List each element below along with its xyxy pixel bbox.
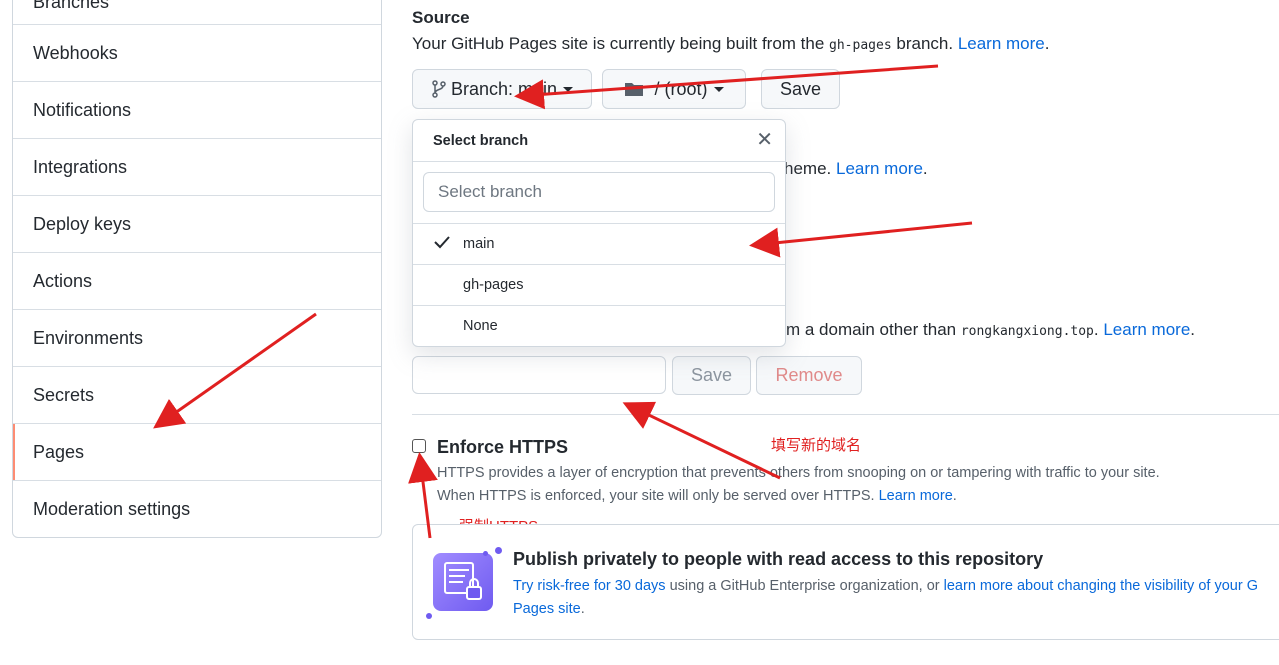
sidebar-item-label: Webhooks — [33, 42, 118, 63]
enforce-https-checkbox[interactable] — [412, 439, 426, 453]
branch-option-main[interactable]: main — [413, 224, 785, 265]
domain-text: m a domain other than — [786, 320, 961, 339]
custom-domain-input[interactable] — [412, 356, 666, 394]
check-icon — [433, 234, 451, 254]
save-label: Save — [690, 365, 733, 385]
sidebar-item-label: Deploy keys — [33, 213, 132, 234]
select-branch-dropdown: Select branch ✕ main gh-pages None — [412, 119, 786, 347]
annotation-domain-note: 填写新的域名 — [771, 437, 862, 454]
branch-option-label: main — [463, 236, 495, 252]
decor-dot — [426, 613, 432, 619]
theme-description: heme. Learn more. — [784, 159, 928, 179]
branch-option-none[interactable]: None — [413, 306, 785, 346]
sidebar-item-label: Moderation settings — [33, 498, 191, 519]
domain-remove-button[interactable]: Remove — [756, 356, 862, 395]
period: . — [922, 159, 928, 178]
folder-select-button[interactable]: / (root) — [602, 69, 746, 109]
dropdown-title: Select branch — [433, 133, 529, 149]
source-desc-text: Your GitHub Pages site is currently bein… — [412, 34, 830, 53]
branch-button-label: Branch: main — [450, 78, 558, 99]
source-heading: Source — [412, 8, 470, 27]
folder-icon — [624, 81, 644, 97]
git-branch-icon — [431, 80, 447, 98]
sidebar-item-label: Integrations — [33, 156, 128, 177]
settings-sidebar: Branches Webhooks Notifications Integrat… — [12, 0, 382, 538]
branch-option-gh-pages[interactable]: gh-pages — [413, 265, 785, 306]
sidebar-item-environments[interactable]: Environments — [13, 309, 381, 366]
sidebar-item-moderation-settings[interactable]: Moderation settings — [13, 480, 381, 537]
domain-save-button[interactable]: Save — [672, 356, 751, 395]
decor-dot — [483, 551, 488, 556]
sidebar-item-label: Environments — [33, 327, 144, 348]
https-note-line1: HTTPS provides a layer of encryption tha… — [437, 465, 1160, 481]
save-label: Save — [779, 78, 822, 99]
branch-code: gh-pages — [829, 38, 892, 53]
sidebar-item-label: Branches — [33, 0, 110, 12]
domain-learn-more-link[interactable]: Learn more — [1103, 320, 1190, 339]
close-icon[interactable]: ✕ — [756, 130, 773, 150]
secure-pages-icon — [433, 553, 493, 611]
promo-text: Try risk-free for 30 days using a GitHub… — [513, 575, 1279, 621]
visibility-learn-more-link[interactable]: learn more about changing the visibility… — [944, 578, 1258, 594]
visibility-learn-more-link-cont[interactable]: Pages site — [513, 601, 581, 617]
sidebar-item-label: Secrets — [33, 384, 95, 405]
sidebar-item-branches[interactable]: Branches — [13, 0, 381, 24]
promo-mid-text: using a GitHub Enterprise organization, … — [665, 578, 944, 594]
period: . — [1044, 34, 1050, 53]
sidebar-item-deploy-keys[interactable]: Deploy keys — [13, 195, 381, 252]
branch-filter-input[interactable] — [423, 172, 775, 212]
sidebar-item-label: Notifications — [33, 99, 132, 120]
chevron-down-icon — [563, 86, 574, 92]
sidebar-item-label: Actions — [33, 270, 93, 291]
source-description: Your GitHub Pages site is currently bein… — [412, 34, 1049, 54]
domain-code: rongkangxiong.top — [960, 324, 1094, 339]
branch-option-label: gh-pages — [463, 277, 524, 293]
sidebar-item-integrations[interactable]: Integrations — [13, 138, 381, 195]
period: . — [580, 601, 585, 617]
decor-dot — [495, 547, 502, 554]
sidebar-item-pages[interactable]: Pages — [13, 423, 381, 480]
sidebar-item-label: Pages — [33, 441, 85, 462]
branch-select-button[interactable]: Branch: main — [412, 69, 592, 109]
period: . — [952, 488, 957, 504]
private-pages-promo: Publish privately to people with read ac… — [412, 524, 1279, 640]
source-desc-text-2: branch. — [891, 34, 958, 53]
enforce-https-title: Enforce HTTPS — [437, 437, 569, 457]
https-note-line2: When HTTPS is enforced, your site will o… — [437, 485, 1160, 508]
https-note-text: When HTTPS is enforced, your site will o… — [437, 488, 879, 504]
custom-domain-description: m a domain other than rongkangxiong.top.… — [786, 320, 1195, 340]
theme-learn-more-link[interactable]: Learn more — [836, 159, 923, 178]
sidebar-item-actions[interactable]: Actions — [13, 252, 381, 309]
section-divider — [412, 414, 1279, 415]
https-learn-more-link[interactable]: Learn more — [879, 488, 953, 504]
period: . — [1190, 320, 1196, 339]
try-risk-free-link[interactable]: Try risk-free for 30 days — [513, 578, 666, 594]
folder-button-label: / (root) — [654, 78, 708, 99]
dropdown-header: Select branch ✕ — [413, 120, 785, 162]
remove-label: Remove — [775, 365, 843, 385]
sidebar-item-notifications[interactable]: Notifications — [13, 81, 381, 138]
arrow-to-main-option — [749, 221, 973, 258]
chevron-down-icon — [713, 86, 724, 92]
sidebar-item-webhooks[interactable]: Webhooks — [13, 24, 381, 81]
source-learn-more-link[interactable]: Learn more — [958, 34, 1045, 53]
promo-title: Publish privately to people with read ac… — [513, 549, 1044, 569]
sidebar-item-secrets[interactable]: Secrets — [13, 366, 381, 423]
domain-text-2: . — [1093, 320, 1104, 339]
theme-text: heme. — [784, 159, 836, 178]
enforce-https-note: HTTPS provides a layer of encryption tha… — [437, 462, 1160, 508]
branch-option-label: None — [463, 318, 498, 334]
dropdown-filter — [413, 162, 785, 224]
source-save-button[interactable]: Save — [761, 69, 840, 109]
